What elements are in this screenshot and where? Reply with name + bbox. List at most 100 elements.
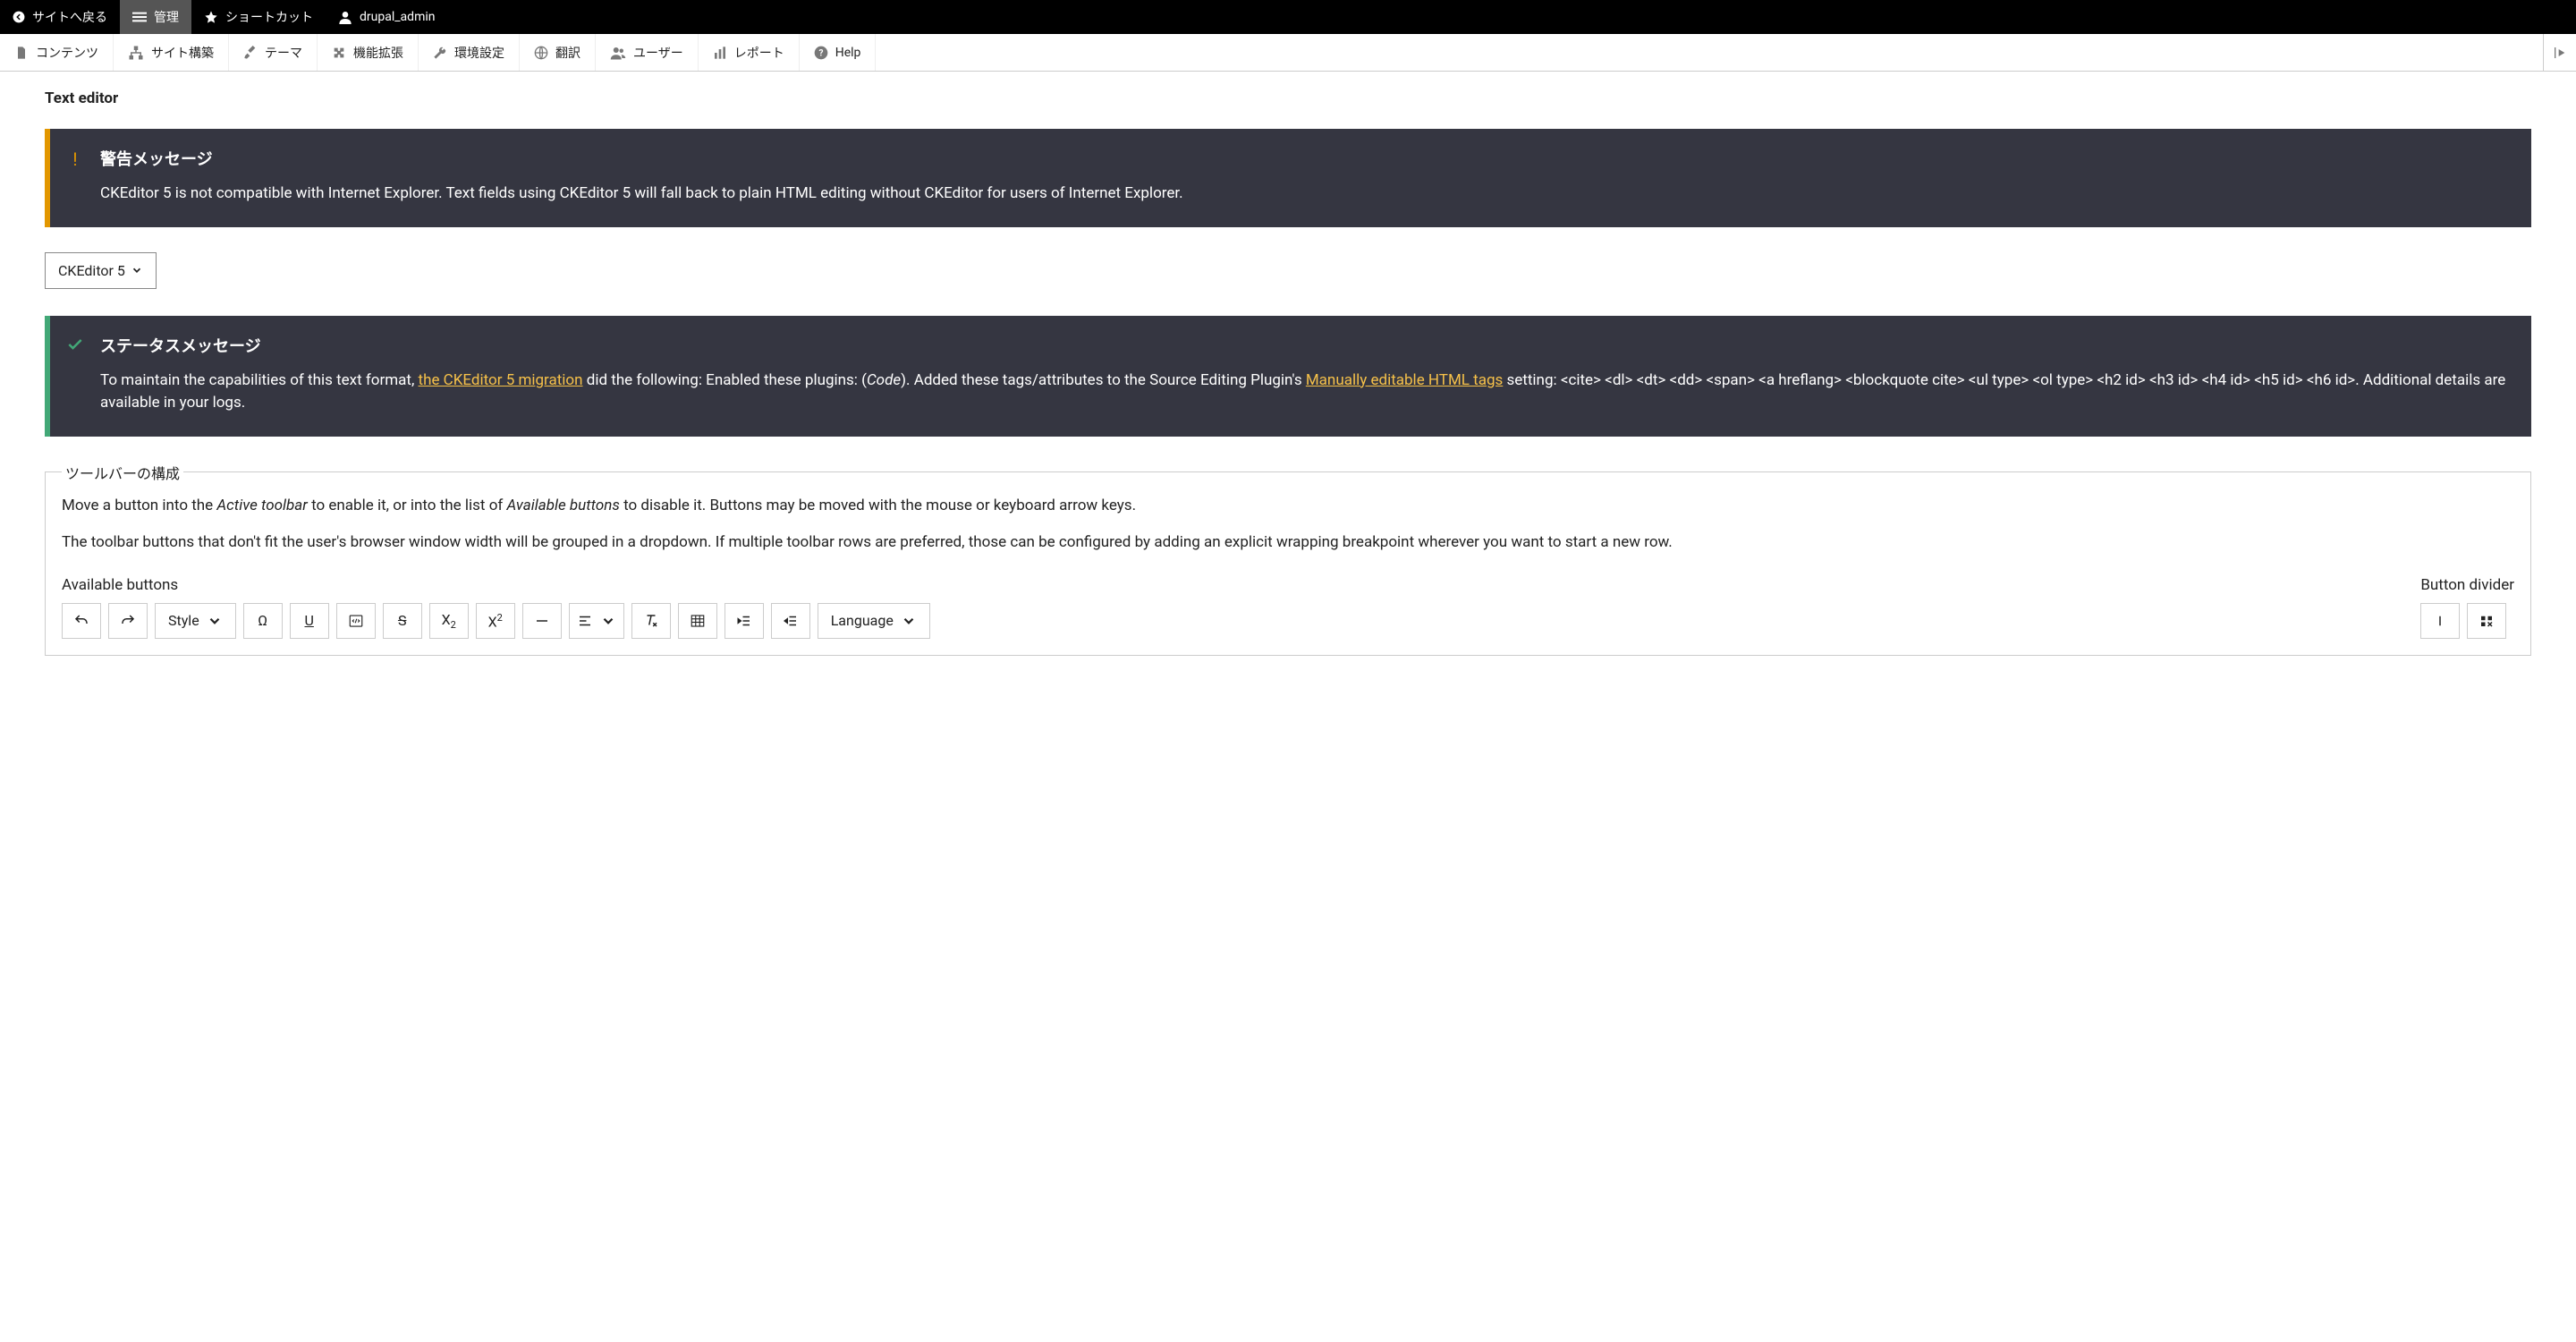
chart-icon (713, 46, 727, 60)
omega-icon: Ω (258, 612, 267, 629)
table-icon (690, 613, 706, 629)
admin-people[interactable]: ユーザー (596, 34, 699, 71)
admin-translate[interactable]: 翻訳 (520, 34, 596, 71)
top-toolbar: サイトへ戻る 管理 ショートカット drupal_admin (0, 0, 2576, 34)
outdent-icon (783, 613, 799, 629)
user-label: drupal_admin (360, 10, 435, 24)
admin-reports[interactable]: レポート (699, 34, 800, 71)
manage-toggle[interactable]: 管理 (120, 0, 191, 34)
check-icon (50, 316, 100, 437)
admin-structure-label: サイト構築 (151, 44, 214, 62)
subscript-button[interactable]: X2 (429, 603, 469, 639)
admin-menu: コンテンツ サイト構築 テーマ 機能拡張 環境設定 翻訳 ユーザー レポート ?… (0, 34, 2576, 72)
remove-format-button[interactable] (631, 603, 671, 639)
horizontal-line-icon (534, 613, 550, 629)
paintbrush-icon (243, 46, 258, 60)
redo-button[interactable] (108, 603, 148, 639)
hamburger-icon (132, 10, 147, 24)
warning-body: CKEditor 5 is not compatible with Intern… (100, 183, 2510, 206)
editor-select-value: CKEditor 5 (58, 262, 125, 279)
people-icon (610, 45, 626, 61)
collapse-toggle[interactable] (2543, 34, 2576, 71)
align-icon (577, 613, 593, 629)
warning-icon: ! (50, 129, 100, 227)
undo-icon (73, 613, 89, 629)
admin-help-label: Help (835, 46, 861, 60)
indent-button[interactable] (724, 603, 764, 639)
admin-content[interactable]: コンテンツ (0, 34, 114, 71)
admin-translate-label: 翻訳 (555, 44, 580, 62)
migration-link[interactable]: the CKEditor 5 migration (419, 371, 583, 389)
subscript-icon: X2 (442, 611, 456, 631)
shortcuts-label: ショートカット (225, 8, 313, 26)
redo-icon (120, 613, 136, 629)
toolbar-config-fieldset: ツールバーの構成 Move a button into the Active t… (45, 462, 2531, 656)
hierarchy-icon (128, 45, 144, 61)
style-dropdown[interactable]: Style (155, 603, 236, 639)
chevron-down-icon (207, 613, 223, 629)
collapse-icon (2553, 46, 2567, 60)
strikethrough-icon: S (398, 612, 407, 629)
back-to-site-label: サイトへ戻る (32, 8, 107, 26)
available-buttons-label: Available buttons (62, 576, 930, 594)
toolbar-desc-2: The toolbar buttons that don't fit the u… (62, 531, 2514, 555)
undo-button[interactable] (62, 603, 101, 639)
warning-message: ! 警告メッセージ CKEditor 5 is not compatible w… (45, 129, 2531, 227)
status-message: ステータスメッセージ To maintain the capabilities … (45, 316, 2531, 437)
code-block-button[interactable] (336, 603, 376, 639)
status-body: To maintain the capabilities of this tex… (100, 369, 2510, 415)
alignment-button[interactable] (569, 603, 624, 639)
section-title: Text editor (45, 89, 2531, 107)
chevron-down-icon (131, 264, 143, 276)
globe-icon (534, 46, 548, 60)
admin-reports-label: レポート (734, 44, 784, 62)
admin-structure[interactable]: サイト構築 (114, 34, 229, 71)
admin-extend[interactable]: 機能拡張 (318, 34, 419, 71)
shortcuts-link[interactable]: ショートカット (191, 0, 326, 34)
special-char-button[interactable]: Ω (243, 603, 283, 639)
available-buttons-row: Style Ω U S X2 X2 Language (62, 603, 930, 639)
chevron-down-icon (600, 613, 616, 629)
tags-link[interactable]: Manually editable HTML tags (1306, 371, 1503, 389)
strikethrough-button[interactable]: S (383, 603, 422, 639)
admin-config-label: 環境設定 (454, 44, 504, 62)
warning-title: 警告メッセージ (100, 147, 2510, 170)
wrap-button[interactable] (2467, 603, 2506, 639)
star-icon (204, 10, 218, 24)
horizontal-line-button[interactable] (522, 603, 562, 639)
svg-text:?: ? (818, 48, 823, 58)
underline-button[interactable]: U (290, 603, 329, 639)
superscript-button[interactable]: X2 (476, 603, 515, 639)
admin-people-label: ユーザー (633, 44, 683, 62)
table-button[interactable] (678, 603, 717, 639)
user-menu[interactable]: drupal_admin (326, 0, 447, 34)
admin-extend-label: 機能拡張 (353, 44, 403, 62)
admin-config[interactable]: 環境設定 (419, 34, 520, 71)
status-title: ステータスメッセージ (100, 334, 2510, 357)
puzzle-icon (332, 46, 346, 60)
admin-content-label: コンテンツ (36, 44, 98, 62)
editor-select[interactable]: CKEditor 5 (45, 252, 157, 289)
back-arrow-icon (13, 11, 25, 23)
separator-icon (2432, 613, 2448, 629)
back-to-site-link[interactable]: サイトへ戻る (0, 0, 120, 34)
outdent-button[interactable] (771, 603, 810, 639)
button-divider-label: Button divider (2420, 576, 2514, 594)
remove-format-icon (643, 613, 659, 629)
language-dropdown[interactable]: Language (818, 603, 930, 639)
manage-label: 管理 (154, 8, 179, 26)
separator-button[interactable] (2420, 603, 2460, 639)
indent-icon (736, 613, 752, 629)
wrench-icon (433, 46, 447, 60)
code-block-icon (348, 613, 364, 629)
help-icon: ? (814, 46, 828, 60)
chevron-down-icon (901, 613, 917, 629)
admin-help[interactable]: ? Help (800, 34, 877, 71)
document-icon (14, 46, 29, 60)
superscript-icon: X2 (488, 612, 503, 630)
main-content: Text editor ! 警告メッセージ CKEditor 5 is not … (0, 89, 2576, 692)
toolbar-desc-1: Move a button into the Active toolbar to… (62, 494, 2514, 518)
admin-appearance[interactable]: テーマ (229, 34, 318, 71)
underline-icon: U (305, 612, 314, 629)
wrap-icon (2479, 613, 2495, 629)
